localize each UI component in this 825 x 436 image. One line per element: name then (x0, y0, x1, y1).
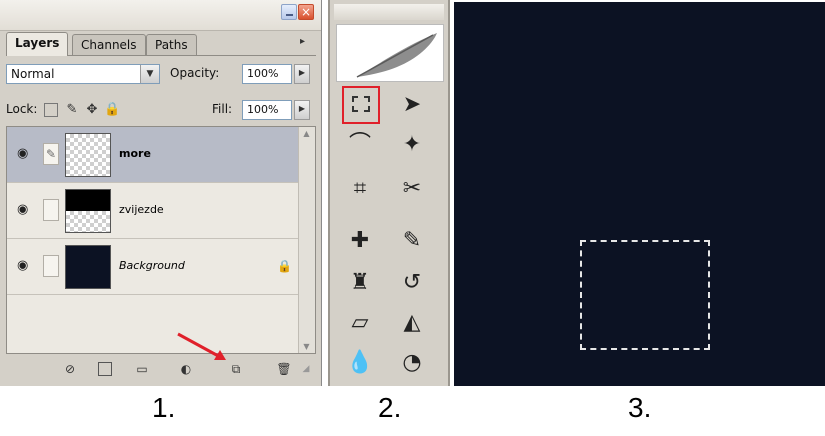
layers-scrollbar[interactable]: ▲ ▼ (298, 127, 315, 353)
layer-thumbnail (65, 133, 111, 177)
fill-label: Fill: (212, 102, 233, 116)
crop-tool-icon[interactable]: ⌗ (342, 172, 378, 206)
fill-field[interactable]: 100% (242, 100, 292, 120)
layers-panel: × Layers Channels Paths ▸ Normal ▼ Opaci… (0, 0, 322, 386)
minimize-button[interactable] (281, 4, 297, 20)
eye-visibility-icon[interactable]: ◉ (17, 203, 33, 217)
trash-icon[interactable]: 🗑 (276, 361, 292, 377)
step-label-3: 3. (628, 392, 652, 423)
layer-thumbnail (65, 189, 111, 233)
tools-panel: ➤ ⌒ ✦ ⌗ ✂ ✚ ✎ ♜ ↺ ▱ ◭ 💧 ◔ (328, 0, 450, 386)
step-label-2: 2. (378, 392, 402, 423)
mask-icon[interactable] (98, 362, 112, 376)
opacity-label: Opacity: (170, 66, 220, 80)
marquee-selection (580, 240, 710, 350)
slice-tool-icon[interactable]: ✂ (394, 172, 430, 206)
document-canvas[interactable] (454, 2, 825, 386)
lock-image-brush-icon[interactable]: ✎ (64, 102, 80, 118)
paint-bucket-icon[interactable]: ◭ (394, 306, 430, 340)
history-brush-icon[interactable]: ↺ (394, 266, 430, 300)
blur-tool-icon[interactable]: 💧 (342, 346, 378, 380)
magic-wand-icon[interactable]: ✦ (394, 128, 430, 162)
close-button[interactable]: × (298, 4, 314, 20)
blend-mode-value: Normal (11, 67, 55, 81)
clone-stamp-icon[interactable]: ♜ (342, 266, 378, 300)
opacity-slider-arrow-icon[interactable]: ▶ (294, 64, 310, 84)
step-label-1: 1. (152, 392, 176, 423)
layer-row-more[interactable]: ◉ ✎ more (7, 127, 299, 183)
brush-link-icon[interactable]: ✎ (43, 143, 59, 165)
blend-opacity-row: Normal ▼ Opacity: 100% ▶ (6, 64, 316, 86)
new-group-icon[interactable]: ▭ (134, 361, 150, 377)
fill-slider-arrow-icon[interactable]: ▶ (294, 100, 310, 120)
tools-header (334, 4, 444, 20)
palette-menu-arrow-icon[interactable]: ▸ (300, 36, 305, 47)
eye-visibility-icon[interactable]: ◉ (17, 147, 33, 161)
layer-row-zvijezde[interactable]: ◉ zvijezde (7, 183, 299, 239)
tab-paths[interactable]: Paths (146, 34, 197, 55)
move-tool-icon[interactable]: ➤ (394, 88, 430, 122)
layer-name[interactable]: Background (119, 259, 185, 272)
layers-list: ◉ ✎ more ◉ zvijezde ◉ Background 🔒 ▲ ▼ (6, 126, 316, 354)
lock-all-icon[interactable]: 🔒 (104, 102, 120, 118)
layer-row-background[interactable]: ◉ Background 🔒 (7, 239, 299, 295)
new-layer-icon[interactable]: ⧉ (228, 361, 244, 377)
opacity-field[interactable]: 100% (242, 64, 292, 84)
tab-channels[interactable]: Channels (72, 34, 146, 55)
link-cell[interactable] (43, 255, 59, 277)
layer-thumbnail (65, 245, 111, 289)
rectangular-marquee-tool[interactable] (342, 86, 380, 124)
lock-label: Lock: (6, 102, 38, 116)
resize-grip-icon[interactable]: ◢ (298, 361, 314, 377)
lock-fill-row: Lock: ✎ ✥ 🔒 Fill: 100% ▶ (6, 98, 316, 122)
marquee-icon (352, 96, 370, 112)
dodge-tool-icon[interactable]: ◔ (394, 346, 430, 380)
layer-name[interactable]: more (119, 147, 151, 160)
lock-position-move-icon[interactable]: ✥ (84, 102, 100, 118)
eye-visibility-icon[interactable]: ◉ (17, 259, 33, 273)
feather-logo (336, 24, 444, 82)
healing-brush-icon[interactable]: ✚ (342, 224, 378, 258)
blend-mode-select[interactable]: Normal ▼ (6, 64, 160, 84)
layers-bottom-bar: ⊘ ▭ ◐ ⧉ 🗑 ◢ (6, 356, 316, 382)
link-cell[interactable] (43, 199, 59, 221)
tab-layers[interactable]: Layers (6, 32, 69, 56)
brush-tool-icon[interactable]: ✎ (394, 224, 430, 258)
layer-style-icon[interactable]: ⊘ (62, 361, 78, 377)
eraser-tool-icon[interactable]: ▱ (342, 306, 378, 340)
adjustment-icon[interactable]: ◐ (178, 361, 194, 377)
chevron-down-icon[interactable]: ▼ (140, 65, 159, 83)
layers-titlebar: × (0, 0, 321, 31)
lock-transparency-icon[interactable] (44, 103, 58, 117)
scroll-up-icon[interactable]: ▲ (301, 129, 312, 138)
lock-icon: 🔒 (277, 259, 292, 273)
scroll-down-icon[interactable]: ▼ (301, 342, 312, 351)
lasso-tool-icon[interactable]: ⌒ (342, 128, 378, 162)
palette-tabs: Layers Channels Paths (6, 30, 316, 56)
layer-name[interactable]: zvijezde (119, 203, 164, 216)
